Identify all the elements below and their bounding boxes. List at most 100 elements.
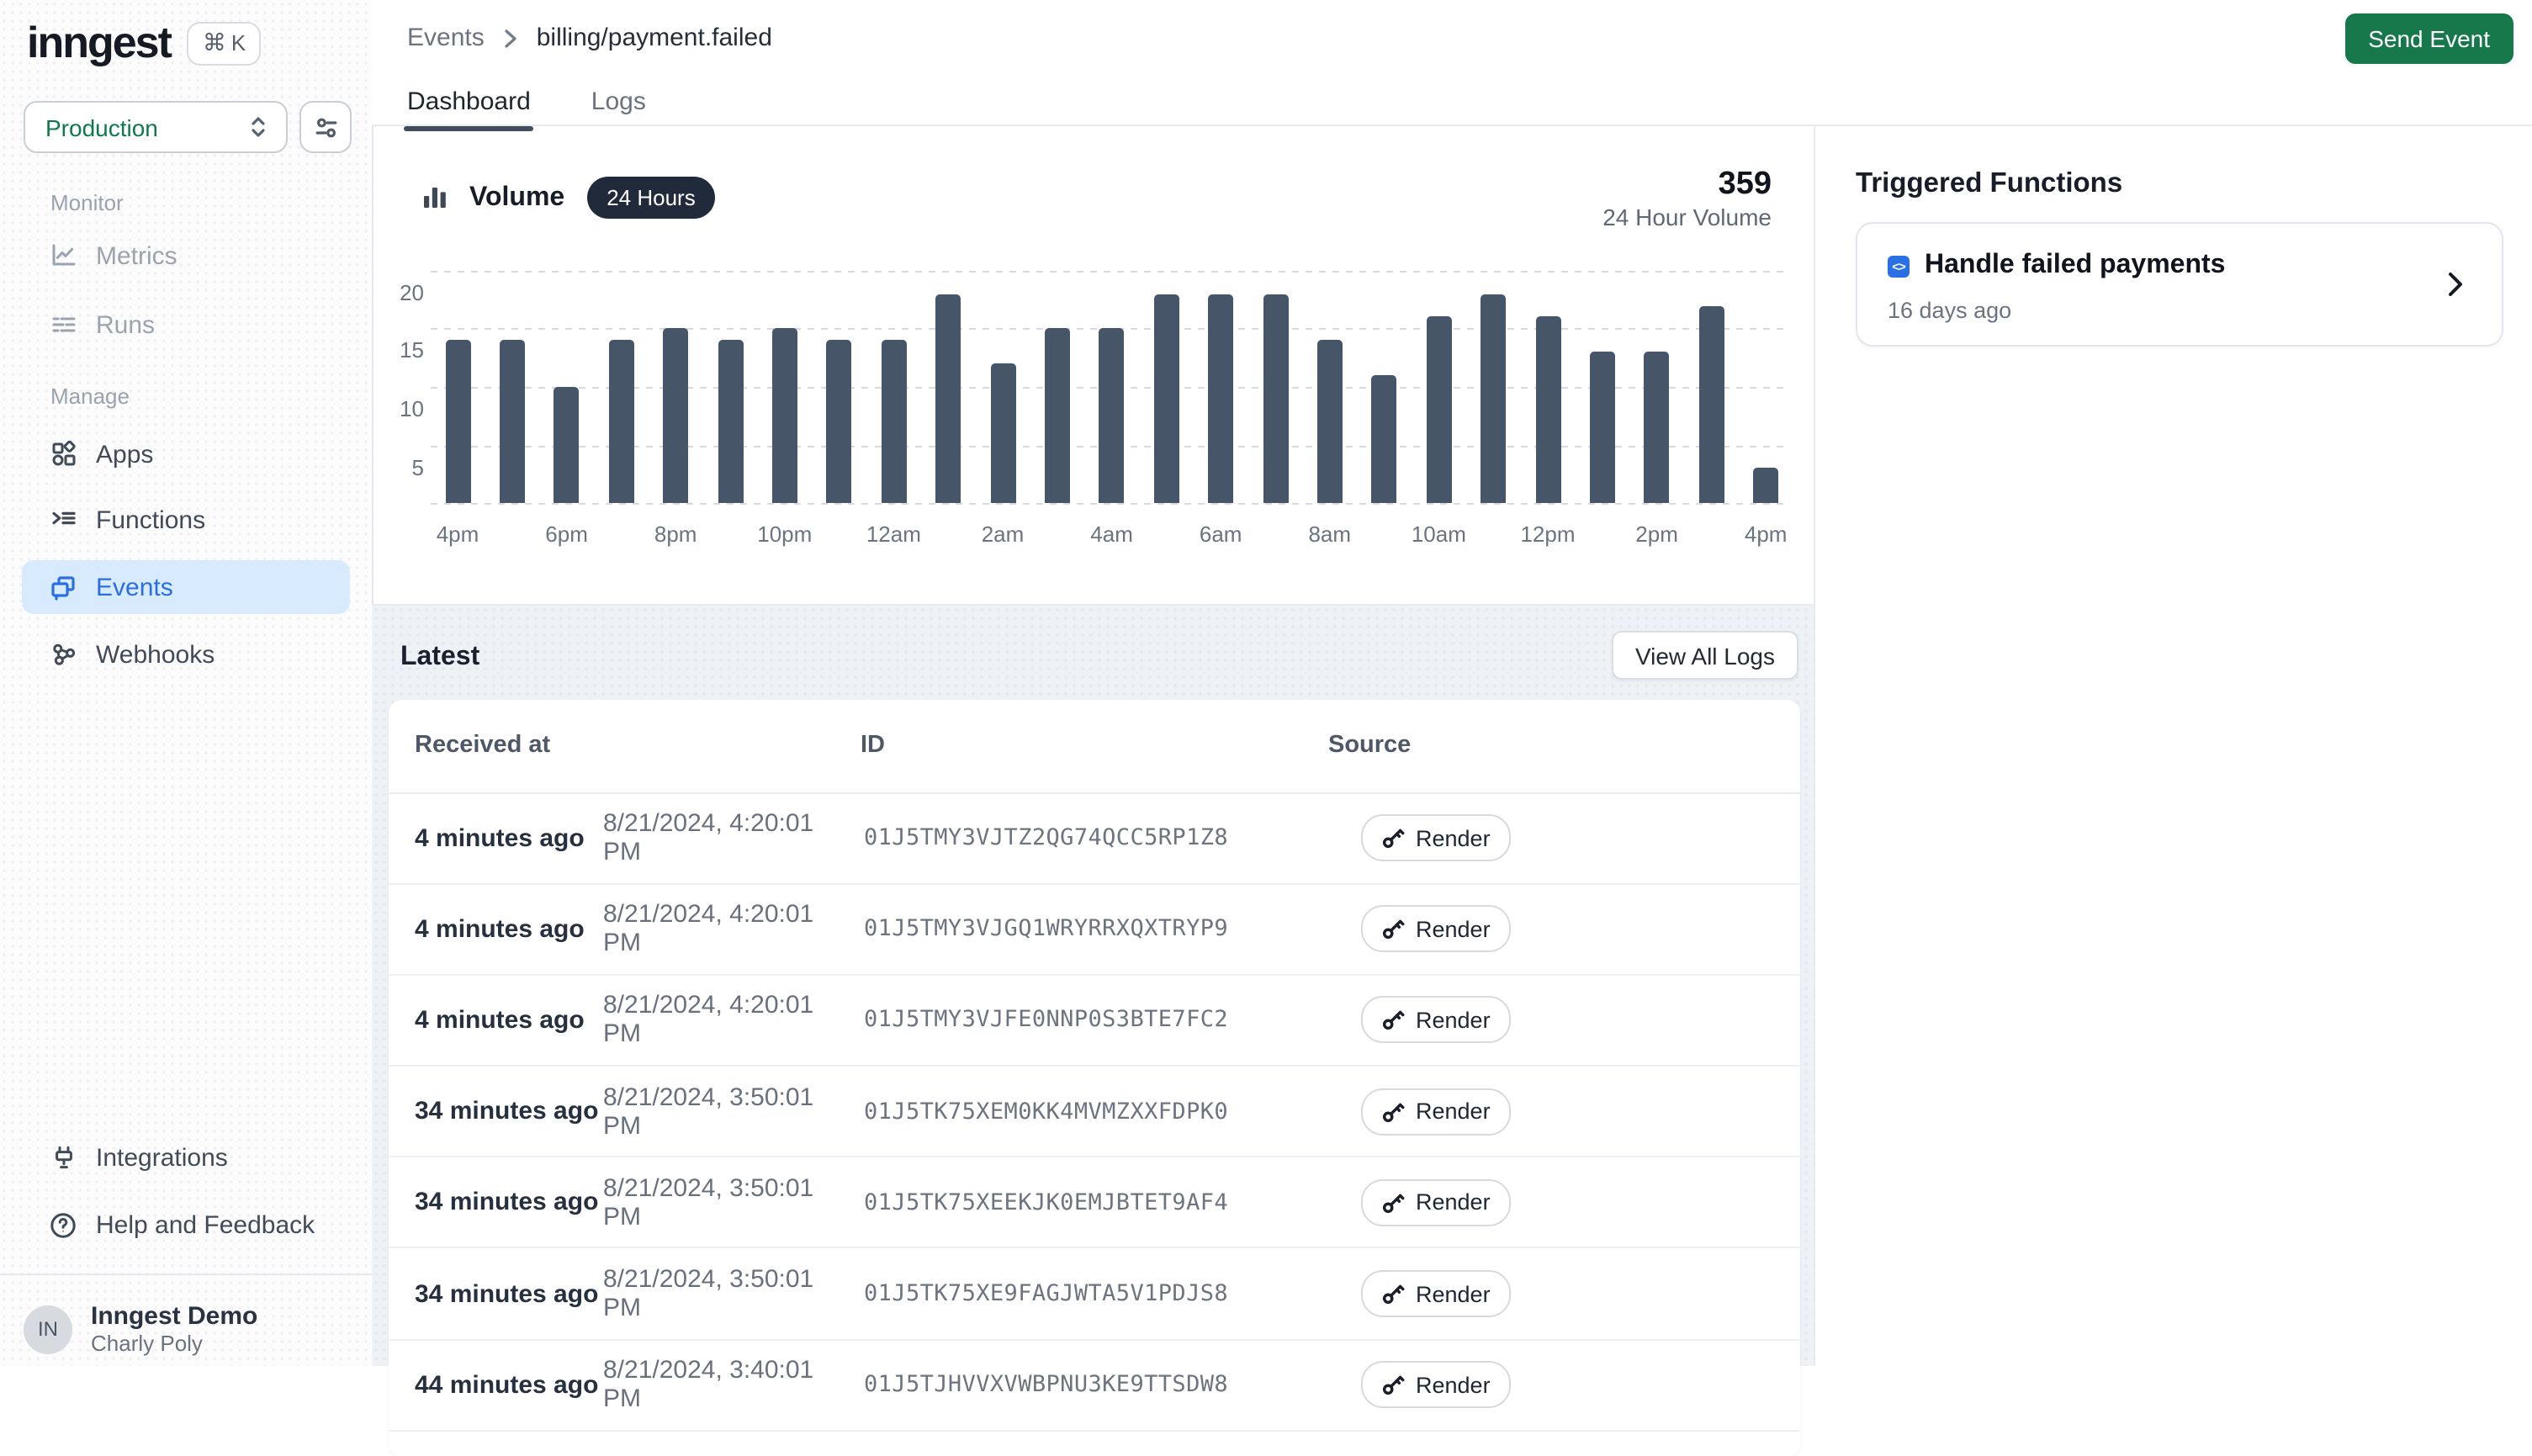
source-label: Render xyxy=(1416,917,1491,942)
volume-bar[interactable] xyxy=(608,341,633,504)
table-row[interactable]: 34 minutes ago8/21/2024, 3:50:01 PM01J5T… xyxy=(388,1249,1799,1340)
view-all-logs-button[interactable]: View All Logs xyxy=(1612,631,1798,680)
event-source-cell: Render xyxy=(1360,1067,1511,1156)
event-source-cell: Render xyxy=(1360,1158,1511,1247)
environment-settings-button[interactable] xyxy=(299,101,352,153)
breadcrumb-events-link[interactable]: Events xyxy=(407,24,485,52)
volume-bar[interactable] xyxy=(1317,341,1343,504)
breadcrumb: Events billing/payment.failed xyxy=(407,24,772,52)
sidebar-item-help[interactable]: Help and Feedback xyxy=(22,1199,350,1250)
column-divider xyxy=(1814,126,1815,1366)
volume-bar[interactable] xyxy=(500,341,525,504)
volume-bar[interactable] xyxy=(1426,317,1451,503)
key-icon xyxy=(1380,1191,1404,1215)
function-code-icon: <> xyxy=(1888,255,1910,277)
event-received-timestamp: 8/21/2024, 4:20:01 PM xyxy=(603,793,854,882)
sidebar-section-monitor: Monitor xyxy=(50,190,124,215)
inngest-logo[interactable]: inngest xyxy=(27,17,171,69)
volume-bar[interactable] xyxy=(1208,294,1233,503)
triggered-function-card[interactable]: <> Handle failed payments 16 days ago xyxy=(1856,222,2503,347)
function-name: Handle failed payments xyxy=(1925,251,2225,281)
volume-bar[interactable] xyxy=(1753,469,1778,504)
volume-bar[interactable] xyxy=(1099,329,1125,504)
volume-bar[interactable] xyxy=(1372,375,1397,503)
volume-bar[interactable] xyxy=(1698,305,1724,503)
gridline xyxy=(431,271,1783,273)
volume-bar[interactable] xyxy=(1535,317,1560,503)
key-icon xyxy=(1380,1099,1404,1123)
sidebar-item-functions[interactable]: Functions xyxy=(22,495,350,545)
sidebar-divider xyxy=(0,1273,372,1275)
event-id: 01J5TMY3VJGQ1WRYRRXQXTRYP9 xyxy=(864,884,1228,973)
sidebar-item-label: Integrations xyxy=(96,1143,228,1172)
volume-title: Volume xyxy=(469,183,564,213)
event-id: 01J5TK75XEEKJK0EMJBTET9AF4 xyxy=(864,1158,1228,1247)
source-badge[interactable]: Render xyxy=(1360,1179,1511,1226)
event-id: 01J5TMY3VJTZ2QG74QCC5RP1Z8 xyxy=(864,793,1228,882)
avatar: IN xyxy=(24,1305,72,1353)
user-menu[interactable]: IN Inngest Demo Charly Poly xyxy=(24,1302,257,1356)
user-org: Inngest Demo xyxy=(91,1302,257,1331)
volume-bar[interactable] xyxy=(1590,352,1615,503)
event-received-relative: 4 minutes ago xyxy=(415,884,585,973)
chevron-up-down-icon xyxy=(247,114,269,140)
sidebar-item-label: Metrics xyxy=(96,241,177,270)
sidebar-section-manage: Manage xyxy=(50,384,130,409)
volume-bar[interactable] xyxy=(1045,329,1070,504)
key-icon xyxy=(1380,826,1404,850)
table-row[interactable]: 4 minutes ago8/21/2024, 4:20:01 PM01J5TM… xyxy=(388,884,1799,975)
volume-bar[interactable] xyxy=(881,341,906,504)
send-event-button[interactable]: Send Event xyxy=(2344,13,2513,64)
event-received-relative: 34 minutes ago xyxy=(415,1158,598,1247)
volume-bar[interactable] xyxy=(1481,294,1506,503)
source-badge[interactable]: Render xyxy=(1360,1361,1511,1408)
source-badge[interactable]: Render xyxy=(1360,1088,1511,1135)
environment-select[interactable]: Production xyxy=(24,101,288,153)
sidebar-item-webhooks[interactable]: Webhooks xyxy=(22,629,350,680)
sidebar-item-label: Functions xyxy=(96,506,205,534)
event-received-relative: 4 minutes ago xyxy=(415,793,585,882)
key-icon xyxy=(1380,1373,1404,1396)
tab-dashboard[interactable]: Dashboard xyxy=(407,87,531,131)
sidebar-item-label: Webhooks xyxy=(96,640,215,669)
source-badge[interactable]: Render xyxy=(1360,1270,1511,1317)
event-received-timestamp: 8/21/2024, 3:50:01 PM xyxy=(603,1249,854,1338)
table-row[interactable]: 4 minutes ago8/21/2024, 4:20:01 PM01J5TM… xyxy=(388,793,1799,884)
volume-bar[interactable] xyxy=(1645,352,1670,503)
volume-bar[interactable] xyxy=(1153,294,1179,503)
table-row[interactable]: 4 minutes ago8/21/2024, 4:20:01 PM01J5TM… xyxy=(388,976,1799,1067)
source-badge[interactable]: Render xyxy=(1360,906,1511,953)
x-axis-tick: 8pm xyxy=(638,522,712,547)
table-row[interactable]: 44 minutes ago8/21/2024, 3:40:01 PM01J5T… xyxy=(388,1340,1799,1431)
volume-bar[interactable] xyxy=(445,341,470,504)
sidebar-item-apps[interactable]: Apps xyxy=(22,429,350,479)
sidebar-item-runs[interactable]: Runs xyxy=(22,299,350,350)
source-badge[interactable]: Render xyxy=(1360,814,1511,861)
volume-bar[interactable] xyxy=(827,341,852,504)
range-badge[interactable]: 24 Hours xyxy=(586,177,716,219)
volume-bar[interactable] xyxy=(718,341,743,504)
help-circle-icon xyxy=(49,1210,77,1239)
sidebar-item-events[interactable]: Events xyxy=(22,560,350,614)
command-k-shortcut[interactable]: ⌘ K xyxy=(188,21,261,65)
volume-bar[interactable] xyxy=(554,387,580,503)
table-row[interactable]: 34 minutes ago8/21/2024, 3:50:01 PM01J5T… xyxy=(388,1158,1799,1249)
x-axis-tick: 10pm xyxy=(748,522,822,547)
sidebar-item-metrics[interactable]: Metrics xyxy=(22,230,350,281)
functions-icon xyxy=(49,506,77,534)
chevron-right-icon xyxy=(503,28,518,48)
sidebar-item-integrations[interactable]: Integrations xyxy=(22,1132,350,1183)
volume-bar[interactable] xyxy=(935,294,961,503)
events-table: Received at ID Source 4 minutes ago8/21/… xyxy=(388,699,1799,1456)
tab-logs[interactable]: Logs xyxy=(591,87,646,131)
volume-bar[interactable] xyxy=(1263,294,1288,503)
volume-bar[interactable] xyxy=(663,329,688,504)
table-row[interactable]: 34 minutes ago8/21/2024, 3:50:01 PM01J5T… xyxy=(388,1067,1799,1157)
source-badge[interactable]: Render xyxy=(1360,997,1511,1044)
event-source-cell: Render xyxy=(1360,1249,1511,1338)
volume-bar[interactable] xyxy=(772,329,797,504)
line-chart-icon xyxy=(49,241,77,270)
volume-bar[interactable] xyxy=(990,363,1015,503)
volume-chart: 20151054pm6pm8pm10pm12am2am4am6am8am10am… xyxy=(404,252,1783,564)
event-received-relative: 34 minutes ago xyxy=(415,1249,598,1338)
